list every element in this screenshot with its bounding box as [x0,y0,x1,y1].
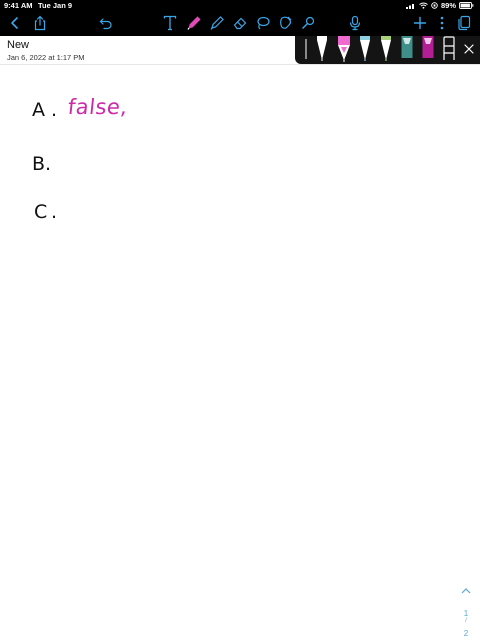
share-icon [34,15,46,31]
add-button[interactable] [410,13,430,33]
elements-tool-button[interactable] [276,13,296,33]
text-tool-icon [163,15,177,31]
status-date: Tue Jan 9 [38,1,73,10]
pen-slot-4[interactable] [358,36,372,62]
shapes-tool-icon [302,16,315,29]
highlighter-tool-button[interactable] [207,13,227,33]
pages-button[interactable] [454,13,474,33]
pen-tool-button[interactable] [184,13,204,33]
pen-slot-6[interactable] [400,36,414,62]
note-line-a-answer: false, [66,95,129,119]
pen-marker-icon [305,39,307,59]
note-line-c-letter: C [34,201,48,223]
current-page-number: 1 [463,609,469,618]
more-button[interactable] [432,13,452,33]
note-line-b-letter: B. [32,153,52,175]
pen-slot-2[interactable] [315,36,329,62]
elements-tool-icon [280,16,292,29]
add-icon [413,16,427,30]
eraser-pen-icon [443,36,455,60]
battery-percent: 89% [440,1,456,10]
page-navigator: 1 / 2 [456,587,476,640]
eraser-tool-icon [233,17,247,30]
document-date: Jan 6, 2022 at 1:17 PM [7,53,85,62]
back-chevron-icon [11,17,18,29]
microphone-icon [349,15,361,31]
close-pen-tray-button[interactable] [462,36,476,62]
top-bar: 9:41 AM Tue Jan 9 89% [0,0,480,36]
highlighter-pen-icon [401,36,413,58]
status-time: 9:41 AM [4,1,33,10]
pen-slot-3[interactable] [337,36,351,62]
undo-button[interactable] [96,13,116,33]
toolbar [0,11,480,36]
close-icon [464,44,474,54]
previous-page-icon[interactable] [460,587,472,595]
more-icon [440,16,444,30]
signal-icon [405,4,414,9]
pen-slot-5[interactable] [379,36,393,62]
pen-tool-icon [187,16,201,30]
fountain-pen-icon [317,36,327,61]
note-page[interactable]: A . false, B. C . 1 / 2 [0,65,480,640]
note-line-a-dot: . [51,99,58,121]
total-page-count: 2 [463,629,469,638]
highlighter-pen-icon [422,36,434,58]
status-indicators: 89% [405,0,474,11]
battery-icon [459,2,474,9]
app-window: 9:41 AM Tue Jan 9 89% New Jan 6, 2022 at… [0,0,480,640]
pages-icon [458,15,471,31]
pen-slot-1[interactable] [299,36,313,62]
lasso-tool-button[interactable] [253,13,273,33]
shapes-tool-button[interactable] [298,13,318,33]
wifi-icon [419,2,428,9]
document-title[interactable]: New [7,39,29,51]
share-button[interactable] [30,13,50,33]
page-separator: / [465,618,467,624]
microphone-button[interactable] [345,13,365,33]
eraser-tool-button[interactable] [230,13,250,33]
status-bar: 9:41 AM Tue Jan 9 89% [0,0,480,11]
orientation-lock-icon [431,2,438,9]
back-button[interactable] [5,13,25,33]
pen-tray [295,36,480,64]
text-tool-button[interactable] [160,13,180,33]
fountain-pen-icon [338,36,350,62]
fountain-pen-icon [360,36,370,61]
undo-icon [99,18,112,30]
lasso-tool-icon [257,16,270,30]
note-line-a-letter: A [32,99,45,121]
pen-slot-8[interactable] [442,36,456,62]
pen-slot-7[interactable] [421,36,435,62]
highlighter-tool-icon [210,16,224,30]
note-line-c-dot: . [51,201,58,223]
fountain-pen-icon [381,36,391,61]
